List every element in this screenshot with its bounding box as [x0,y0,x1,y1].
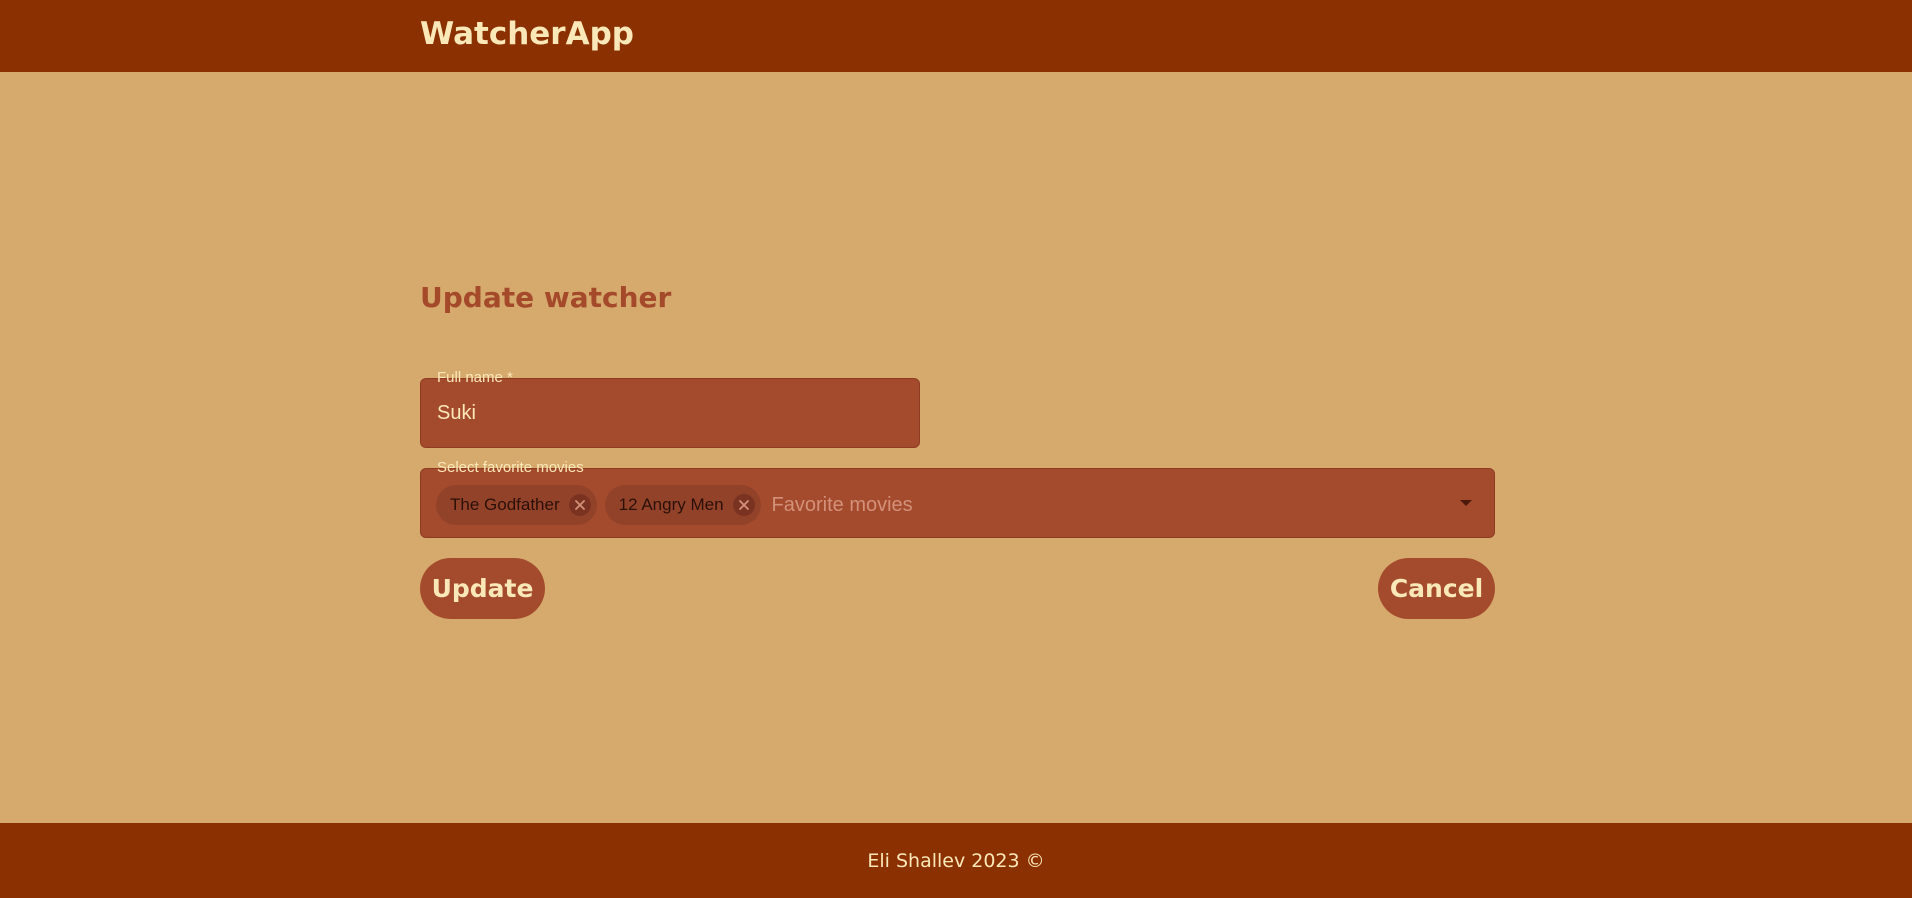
cancel-button[interactable]: Cancel [1378,558,1495,619]
app-logo-title[interactable]: WatcherApp [420,16,634,52]
full-name-input[interactable] [437,401,897,425]
page-title: Update watcher [420,281,672,314]
footer-copyright: Eli Shallev 2023 © [867,850,1045,872]
remove-chip-icon[interactable] [568,494,591,516]
chevron-down-icon[interactable] [1460,500,1472,506]
movie-chip-label: The Godfather [450,495,560,514]
top-header: WatcherApp [0,0,1912,72]
close-icon [574,500,585,510]
close-icon [738,500,749,510]
update-button[interactable]: Update [420,558,545,619]
selected-movies-chips: The Godfather 12 Angry Men Favorite movi… [436,485,913,525]
remove-chip-icon[interactable] [732,494,755,516]
movie-chip[interactable]: 12 Angry Men [604,485,761,525]
movie-chip-label: 12 Angry Men [618,495,724,514]
full-name-field[interactable]: Full name * [420,369,920,448]
full-name-label: Full name * [437,369,513,386]
footer: Eli Shallev 2023 © [0,823,1912,898]
favorite-movies-select[interactable]: Select favorite movies The Godfather 12 … [420,459,1495,538]
movie-chip[interactable]: The Godfather [436,485,597,525]
movies-search-placeholder[interactable]: Favorite movies [772,494,913,517]
favorite-movies-label: Select favorite movies [437,459,584,476]
